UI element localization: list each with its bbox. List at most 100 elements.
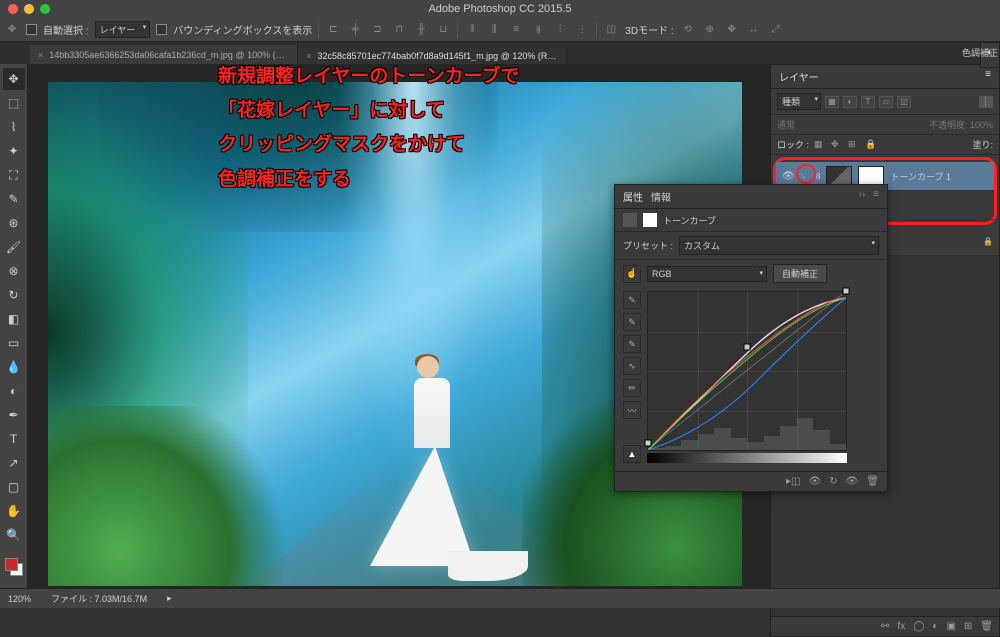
auto-button[interactable]: 自動補正	[773, 264, 827, 283]
path-tool[interactable]: ↗	[3, 452, 25, 474]
new-group-icon[interactable]: ▣	[946, 621, 955, 632]
distribute-icon2[interactable]: ⫼	[486, 22, 502, 38]
sampler-plus-icon[interactable]: ✎	[623, 313, 641, 331]
layer-mask-icon[interactable]: ◯	[913, 621, 924, 632]
mask-icon[interactable]	[643, 213, 657, 227]
sampler-minus-icon[interactable]: ✎	[623, 335, 641, 353]
filter-shape-icon[interactable]: ▱	[879, 96, 893, 108]
3d-scale-icon[interactable]: ⤢	[768, 22, 784, 38]
healing-tool[interactable]: ⊛	[3, 212, 25, 234]
distribute-icon4[interactable]: ⫵	[530, 22, 546, 38]
layer-fx-icon[interactable]: fx	[897, 621, 905, 632]
distribute-icon[interactable]: ⫴	[464, 22, 480, 38]
zoom-tool[interactable]: 🔍	[3, 524, 25, 546]
zoom-level[interactable]: 120%	[8, 594, 31, 604]
3d-pan-icon[interactable]: ✥	[724, 22, 740, 38]
filter-smart-icon[interactable]: ◫	[897, 96, 911, 108]
hand-tool[interactable]: ✋	[3, 500, 25, 522]
3d-icon[interactable]: ◫	[603, 22, 619, 38]
view-previous-icon[interactable]: 👁	[809, 476, 822, 487]
window-maximize-button[interactable]	[40, 4, 50, 14]
align-hcenter-icon[interactable]: ╪	[347, 22, 363, 38]
pen-tool[interactable]: ✒	[3, 404, 25, 426]
edit-points-icon[interactable]: ∿	[623, 357, 641, 375]
distribute-icon6[interactable]: ⋮	[574, 22, 590, 38]
align-vcenter-icon[interactable]: ╫	[413, 22, 429, 38]
curve-graph[interactable]	[647, 291, 847, 451]
curve-point[interactable]	[843, 288, 850, 295]
link-layers-icon[interactable]: ⚯	[881, 621, 889, 632]
eraser-tool[interactable]: ◧	[3, 308, 25, 330]
align-left-icon[interactable]: ⊏	[325, 22, 341, 38]
new-adjustment-icon[interactable]: ◐	[932, 621, 938, 632]
delete-layer-icon[interactable]: 🗑	[980, 621, 993, 632]
channel-select[interactable]: RGB	[647, 266, 767, 282]
toggle-visibility-icon[interactable]: 👁	[846, 476, 859, 487]
visibility-icon[interactable]: 👁	[782, 171, 794, 182]
shape-tool[interactable]: ▢	[3, 476, 25, 498]
draw-curve-icon[interactable]: ✏	[623, 379, 641, 397]
preset-select[interactable]: カスタム	[679, 236, 879, 255]
layer-name: トーンカーブ 1	[890, 170, 951, 183]
curves-icon	[623, 213, 637, 227]
stamp-tool[interactable]: ⊗	[3, 260, 25, 282]
curve-point[interactable]	[645, 440, 652, 447]
blend-mode[interactable]: 通常	[777, 118, 795, 131]
crop-tool[interactable]: ⛶	[3, 164, 25, 186]
new-layer-icon[interactable]: ⊞	[964, 621, 972, 632]
props-tab-info[interactable]: 情報	[651, 189, 671, 204]
status-more-icon[interactable]: ▸	[167, 593, 172, 604]
marquee-tool[interactable]: ⬚	[3, 92, 25, 114]
blur-tool[interactable]: 💧	[3, 356, 25, 378]
lock-all-icon[interactable]: 🔒	[865, 139, 877, 151]
window-close-button[interactable]	[8, 4, 18, 14]
target-adjust-icon[interactable]: ☝	[623, 265, 641, 283]
history-brush-tool[interactable]: ↻	[3, 284, 25, 306]
close-icon[interactable]: ×	[38, 50, 43, 60]
filter-type-icon[interactable]: T	[861, 96, 875, 108]
lock-artboard-icon[interactable]: ⊞	[848, 139, 860, 151]
properties-panel: 属性 情報 ›› ≡ トーンカーブ プリセット : カスタム ☝ RGB 自動補…	[614, 184, 888, 492]
auto-select-target[interactable]: レイヤー	[95, 21, 151, 38]
layer-thumb	[826, 166, 852, 186]
gradient-tool[interactable]: ▭	[3, 332, 25, 354]
align-top-icon[interactable]: ⊓	[391, 22, 407, 38]
type-tool[interactable]: T	[3, 428, 25, 450]
lasso-tool[interactable]: ⌇	[3, 116, 25, 138]
auto-select-checkbox[interactable]	[26, 24, 37, 35]
lock-pixels-icon[interactable]: ▦	[814, 139, 826, 151]
color-swatch[interactable]	[5, 558, 23, 576]
3d-orbit-icon[interactable]: ⟲	[680, 22, 696, 38]
filter-pixel-icon[interactable]: ▦	[825, 96, 839, 108]
delete-icon[interactable]: 🗑	[866, 476, 879, 487]
3d-roll-icon[interactable]: ⊕	[702, 22, 718, 38]
align-right-icon[interactable]: ⊐	[369, 22, 385, 38]
3dmode-label: 3Dモード :	[625, 22, 673, 37]
input-gradient[interactable]	[647, 453, 847, 463]
filter-toggle[interactable]: │	[979, 96, 993, 108]
panel-collapse-icon[interactable]: ››	[858, 189, 865, 204]
curve-point[interactable]	[744, 343, 751, 350]
smooth-icon[interactable]: 〰	[623, 401, 641, 419]
reset-icon[interactable]: ↻	[829, 476, 837, 487]
distribute-icon5[interactable]: ⫶	[552, 22, 568, 38]
wand-tool[interactable]: ✦	[3, 140, 25, 162]
distribute-icon3[interactable]: ≡	[508, 22, 524, 38]
move-tool[interactable]: ✥	[3, 68, 25, 90]
clip-black-icon[interactable]: ▲	[623, 445, 641, 463]
eyedropper-tool[interactable]: ✎	[3, 188, 25, 210]
3d-slide-icon[interactable]: ↔	[746, 22, 762, 38]
props-tab-attr[interactable]: 属性	[623, 189, 643, 204]
brush-tool[interactable]: 🖌	[3, 236, 25, 258]
panel-menu-icon[interactable]: ≡	[873, 189, 879, 204]
clip-to-layer-icon[interactable]: ▸◫	[786, 476, 800, 487]
sampler-icon[interactable]: ✎	[623, 291, 641, 309]
window-minimize-button[interactable]	[24, 4, 34, 14]
dodge-tool[interactable]: ◐	[3, 380, 25, 402]
filter-adjust-icon[interactable]: ◐	[843, 96, 857, 108]
panel-menu-icon[interactable]: ≡	[985, 69, 991, 84]
bbox-checkbox[interactable]	[156, 24, 167, 35]
align-bottom-icon[interactable]: ⊔	[435, 22, 451, 38]
lock-position-icon[interactable]: ✥	[831, 139, 843, 151]
layer-filter-select[interactable]: 種類	[777, 93, 821, 110]
